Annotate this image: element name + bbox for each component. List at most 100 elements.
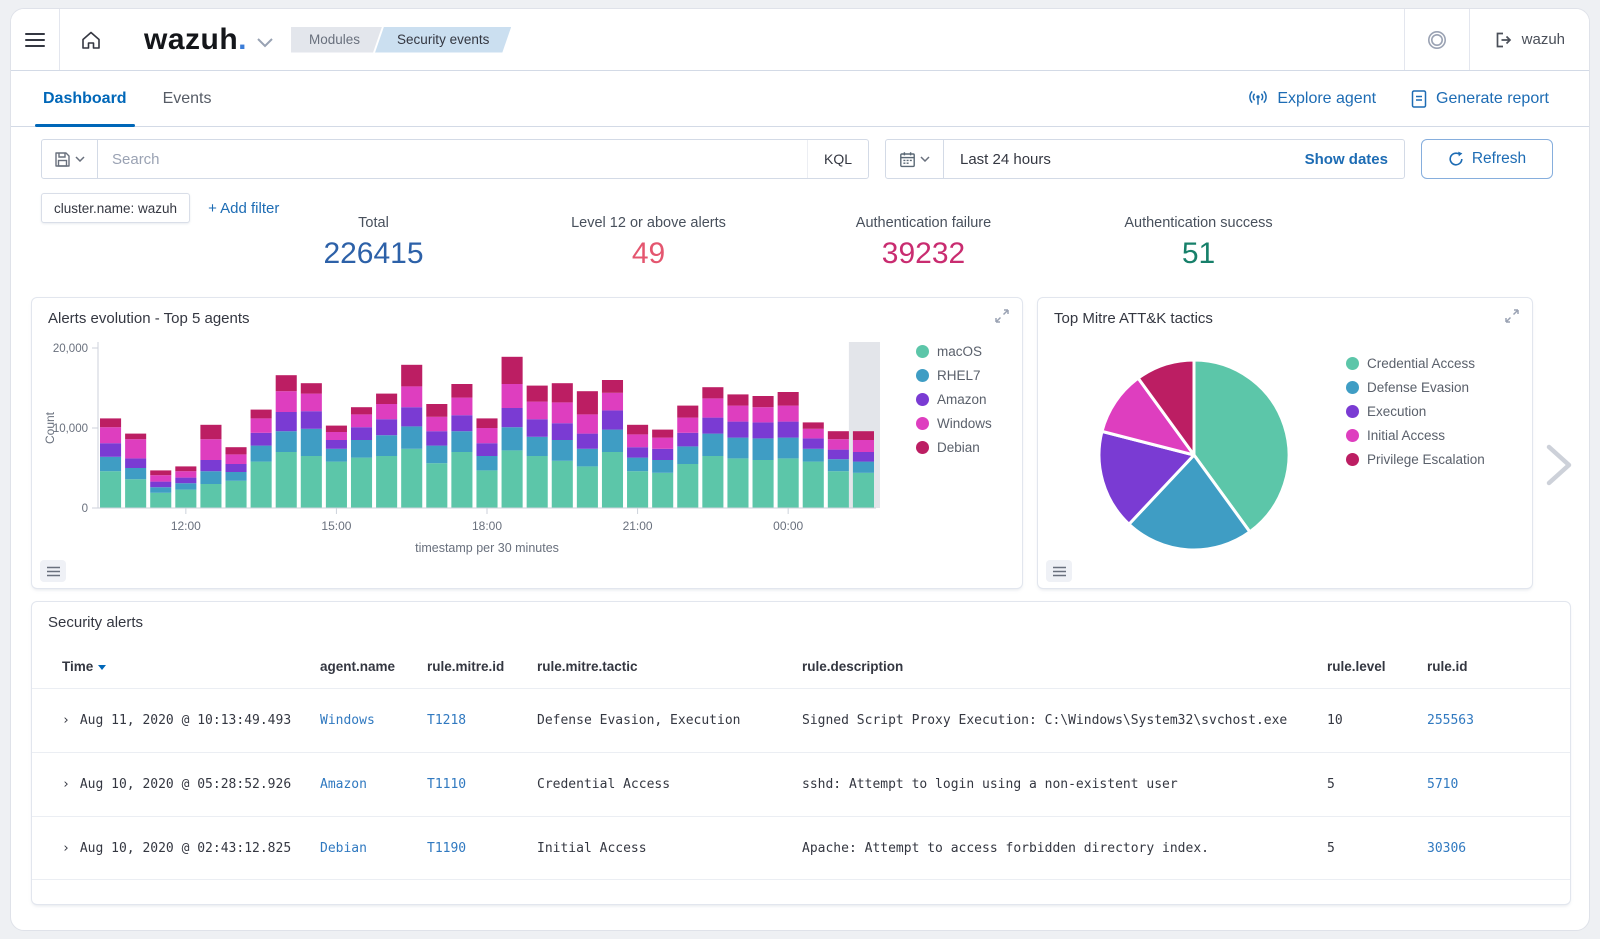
bar-segment[interactable] bbox=[426, 446, 447, 464]
bar-segment[interactable] bbox=[476, 456, 497, 470]
bar-segment[interactable] bbox=[451, 384, 472, 398]
bar-segment[interactable] bbox=[200, 439, 221, 460]
bar-segment[interactable] bbox=[125, 468, 146, 479]
bar-segment[interactable] bbox=[577, 466, 598, 508]
bar-segment[interactable] bbox=[100, 457, 121, 471]
bar-segment[interactable] bbox=[828, 450, 849, 460]
bar-segment[interactable] bbox=[175, 471, 196, 477]
bar-segment[interactable] bbox=[527, 456, 548, 508]
bar-segment[interactable] bbox=[401, 407, 422, 426]
cell-rule-mitre-id[interactable]: T1110 bbox=[427, 777, 537, 792]
bar-segment[interactable] bbox=[527, 386, 548, 402]
bar-segment[interactable] bbox=[401, 449, 422, 508]
bar-segment[interactable] bbox=[326, 432, 347, 440]
bar-segment[interactable] bbox=[451, 431, 472, 452]
cell-agent-name[interactable]: Debian bbox=[320, 841, 427, 856]
column-header-time[interactable]: Time bbox=[62, 659, 320, 674]
bar-segment[interactable] bbox=[652, 438, 673, 449]
bar-segment[interactable] bbox=[627, 471, 648, 508]
bar-segment[interactable] bbox=[627, 425, 648, 435]
bar-segment[interactable] bbox=[301, 411, 322, 429]
legend-item-initial-access[interactable]: Initial Access bbox=[1346, 428, 1485, 443]
explore-agent-button[interactable]: Explore agent bbox=[1247, 89, 1376, 109]
legend-item-rhel7[interactable]: RHEL7 bbox=[916, 368, 992, 383]
column-header-rule-mitre-id[interactable]: rule.mitre.id bbox=[427, 659, 537, 674]
bar-segment[interactable] bbox=[125, 434, 146, 440]
cell-agent-name[interactable]: Amazon bbox=[320, 777, 427, 792]
wazuh-logo[interactable]: wazuh. bbox=[144, 23, 247, 57]
bar-segment[interactable] bbox=[100, 443, 121, 457]
legend-item-macos[interactable]: macOS bbox=[916, 344, 992, 359]
carousel-next-button[interactable] bbox=[1539, 437, 1579, 493]
bar-segment[interactable] bbox=[326, 449, 347, 462]
bar-segment[interactable] bbox=[652, 449, 673, 460]
bar-segment[interactable] bbox=[702, 418, 723, 434]
column-header-rule-id[interactable]: rule.id bbox=[1427, 659, 1570, 674]
legend-item-windows[interactable]: Windows bbox=[916, 416, 992, 431]
bar-segment[interactable] bbox=[828, 471, 849, 508]
bar-segment[interactable] bbox=[702, 398, 723, 417]
bar-segment[interactable] bbox=[727, 422, 748, 438]
bar-segment[interactable] bbox=[426, 431, 447, 445]
bar-segment[interactable] bbox=[301, 456, 322, 508]
bar-segment[interactable] bbox=[602, 410, 623, 429]
bar-segment[interactable] bbox=[125, 439, 146, 458]
bar-segment[interactable] bbox=[652, 473, 673, 508]
bar-segment[interactable] bbox=[376, 419, 397, 435]
bar-segment[interactable] bbox=[853, 440, 874, 452]
search-input[interactable] bbox=[98, 140, 807, 178]
bar-segment[interactable] bbox=[602, 430, 623, 452]
bar-segment[interactable] bbox=[225, 464, 246, 472]
column-header-rule-level[interactable]: rule.level bbox=[1327, 659, 1427, 674]
bar-segment[interactable] bbox=[577, 449, 598, 467]
bar-segment[interactable] bbox=[828, 439, 849, 449]
bar-segment[interactable] bbox=[753, 422, 774, 438]
add-filter-button[interactable]: + Add filter bbox=[208, 200, 279, 217]
legend-item-debian[interactable]: Debian bbox=[916, 440, 992, 455]
bar-segment[interactable] bbox=[251, 462, 272, 508]
column-header-rule-mitre-tactic[interactable]: rule.mitre.tactic bbox=[537, 659, 802, 674]
alert-row[interactable]: ›Aug 10, 2020 @ 02:43:12.825DebianT1190I… bbox=[32, 816, 1570, 880]
bar-segment[interactable] bbox=[828, 431, 849, 439]
bar-segment[interactable] bbox=[753, 407, 774, 422]
column-header-agent-name[interactable]: agent.name bbox=[320, 659, 427, 674]
breadcrumb-modules[interactable]: Modules bbox=[291, 27, 382, 53]
bar-segment[interactable] bbox=[527, 419, 548, 437]
home-button[interactable] bbox=[60, 9, 122, 70]
expand-row-icon[interactable]: › bbox=[62, 713, 70, 728]
show-dates-button[interactable]: Show dates bbox=[1289, 140, 1404, 178]
bar-segment[interactable] bbox=[702, 387, 723, 398]
bar-segment[interactable] bbox=[276, 452, 297, 508]
cell-rule-mitre-id[interactable]: T1190 bbox=[427, 841, 537, 856]
app-switcher-button[interactable] bbox=[257, 38, 273, 48]
expand-row-icon[interactable]: › bbox=[62, 841, 70, 856]
bar-segment[interactable] bbox=[326, 440, 347, 449]
bar-segment[interactable] bbox=[251, 433, 272, 446]
stat-auth-success-value[interactable]: 51 bbox=[1061, 237, 1336, 271]
time-range-value[interactable]: Last 24 hours bbox=[944, 140, 1289, 178]
bar-segment[interactable] bbox=[150, 475, 171, 481]
bar-segment[interactable] bbox=[150, 482, 171, 488]
cell-rule-id[interactable]: 30306 bbox=[1427, 841, 1570, 856]
panel-options-button[interactable] bbox=[1046, 560, 1072, 582]
bar-segment[interactable] bbox=[727, 458, 748, 508]
bar-segment[interactable] bbox=[426, 417, 447, 431]
bar-segment[interactable] bbox=[251, 446, 272, 462]
bar-segment[interactable] bbox=[552, 440, 573, 461]
legend-item-amazon[interactable]: Amazon bbox=[916, 392, 992, 407]
refresh-button[interactable]: Refresh bbox=[1421, 139, 1553, 179]
bar-segment[interactable] bbox=[702, 456, 723, 508]
bar-segment[interactable] bbox=[502, 408, 523, 427]
panel-options-button[interactable] bbox=[40, 560, 66, 582]
bar-segment[interactable] bbox=[652, 460, 673, 473]
bar-segment[interactable] bbox=[175, 478, 196, 484]
bar-segment[interactable] bbox=[502, 427, 523, 450]
cell-rule-id[interactable]: 5710 bbox=[1427, 777, 1570, 792]
bar-segment[interactable] bbox=[451, 398, 472, 416]
bar-segment[interactable] bbox=[778, 458, 799, 508]
bar-segment[interactable] bbox=[727, 438, 748, 459]
bar-segment[interactable] bbox=[125, 458, 146, 468]
bar-segment[interactable] bbox=[677, 406, 698, 418]
bar-segment[interactable] bbox=[125, 479, 146, 508]
legend-item-privilege-escalation[interactable]: Privilege Escalation bbox=[1346, 452, 1485, 467]
